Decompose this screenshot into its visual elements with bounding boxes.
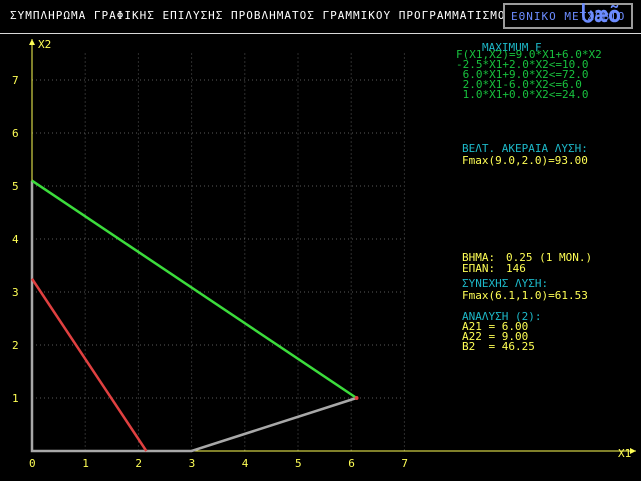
x-tick-label: 0 (29, 457, 36, 470)
y-tick-label: 4 (12, 233, 19, 246)
plot-axes (29, 39, 636, 454)
iterations-value: 146 (506, 262, 526, 275)
series-line (30, 180, 357, 453)
y-axis-arrow-icon (29, 39, 35, 45)
x-axis-label: X1 (618, 447, 631, 460)
y-axis-label: X2 (38, 38, 51, 51)
title-bar: ΣΥΜΠΛΗΡΩΜΑ ΓΡΑΦΙΚΗΣ ΕΠΙΛΥΣΗΣ ΠΡΟΒΛΗΜΑΤΟΣ… (0, 0, 641, 34)
integer-solution-value: Fmax(9.0,2.0)=93.00 (462, 154, 588, 167)
sensitivity-line: B2 = 46.25 (462, 340, 535, 353)
y-tick-label: 7 (12, 74, 19, 87)
x-tick-label: 4 (242, 457, 249, 470)
constraint-lines (30, 179, 359, 453)
y-tick-label: 5 (12, 180, 19, 193)
optimum-point (354, 396, 359, 400)
x-tick-label: 1 (82, 457, 89, 470)
app-title: ΣΥΜΠΛΗΡΩΜΑ ΓΡΑΦΙΚΗΣ ΕΠΙΛΥΣΗΣ ΠΡΟΒΛΗΜΑΤΟΣ… (10, 9, 514, 22)
x-tick-label: 5 (295, 457, 302, 470)
series-line (31, 179, 358, 400)
continuous-solution-value: Fmax(6.1,1.0)=61.53 (462, 289, 588, 302)
brand-logo: ΕΘΝΙΚΟ ΜΕΤΣΟΒΙΟ Ⴑæõ (503, 3, 633, 29)
integer-solution-title: ΒΕΛΤ. ΑΚΕΡΑΙΑ ΛΥΣΗ: (462, 142, 588, 155)
y-tick-label: 6 (12, 127, 19, 140)
constraint-4: 1.0*X1+0.0*X2<=24.0 (456, 88, 589, 101)
series-line (30, 278, 148, 452)
y-tick-label: 1 (12, 392, 19, 405)
continuous-solution-title: ΣΥΝΕΧΗΣ ΛΥΣΗ: (462, 277, 549, 290)
iterations-label: ΕΠΑΝ: (462, 262, 496, 275)
x-tick-label: 3 (189, 457, 196, 470)
x-tick-label: 2 (135, 457, 142, 470)
x-tick-label: 6 (348, 457, 355, 470)
x-tick-label: 7 (401, 457, 408, 470)
brand-emblem-icon: Ⴑæõ (581, 3, 622, 28)
y-tick-label: 3 (12, 286, 19, 299)
y-tick-label: 2 (12, 339, 19, 352)
